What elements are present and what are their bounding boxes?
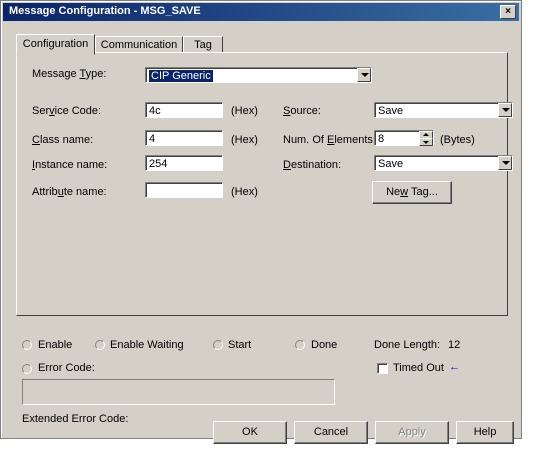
num-elements-stepper[interactable]: 8 <box>374 130 434 146</box>
chevron-down-icon[interactable] <box>498 156 512 170</box>
tab-tag-label: Tag <box>194 39 212 51</box>
num-elements-label: Num. Of Elements: <box>283 134 376 146</box>
tab-communication-label: Communication <box>100 39 178 51</box>
instance-name-label: Instance name: <box>32 159 108 171</box>
attribute-name-unit: (Hex) <box>231 186 258 198</box>
message-type-label: Message Type: <box>32 68 107 80</box>
spin-down-icon[interactable] <box>419 138 433 146</box>
enable-waiting-radio <box>95 340 105 350</box>
source-value: Save <box>378 105 404 117</box>
enable-waiting-label: Enable Waiting <box>110 339 184 351</box>
error-code-radio <box>22 364 32 374</box>
num-elements-unit: (Bytes) <box>440 134 475 146</box>
extended-error-code-label: Extended Error Code: <box>22 413 129 425</box>
error-code-label: Error Code: <box>38 362 95 374</box>
window-title: Message Configuration - MSG_SAVE <box>9 5 201 17</box>
done-label: Done <box>311 339 338 351</box>
cancel-button[interactable]: Cancel <box>294 421 368 444</box>
help-button[interactable]: Help <box>456 421 514 444</box>
service-code-unit: (Hex) <box>231 105 258 117</box>
tab-configuration[interactable]: Configuration <box>16 34 95 55</box>
num-elements-value: 8 <box>378 133 385 145</box>
destination-select[interactable]: Save <box>374 155 513 171</box>
destination-value: Save <box>378 158 404 170</box>
chevron-down-icon[interactable] <box>357 68 371 82</box>
done-length-value: 12 <box>448 339 461 351</box>
chevron-down-icon[interactable] <box>498 103 512 117</box>
close-icon[interactable]: × <box>500 5 516 19</box>
attribute-name-input[interactable] <box>145 182 223 198</box>
dialog-window: Message Configuration - MSG_SAVE × Confi… <box>0 0 522 444</box>
class-name-label: Class name: <box>32 134 94 146</box>
service-code-label: Service Code: <box>32 105 102 117</box>
done-length-label: Done Length: <box>374 339 441 351</box>
source-label: Source: <box>283 105 321 117</box>
start-label: Start <box>228 339 252 351</box>
source-select[interactable]: Save <box>374 102 513 118</box>
message-type-value: CIP Generic <box>148 69 214 83</box>
title-bar[interactable]: Message Configuration - MSG_SAVE × <box>3 3 519 21</box>
error-text-box <box>22 379 335 405</box>
instance-name-input[interactable]: 254 <box>145 155 223 171</box>
done-radio <box>295 340 305 350</box>
new-tag-button[interactable]: New Tag... <box>372 181 452 204</box>
start-radio <box>213 340 223 350</box>
destination-label: Destination: <box>283 159 342 171</box>
timed-out-label: Timed Out <box>393 362 444 374</box>
class-name-input[interactable]: 4 <box>145 130 223 146</box>
message-type-select[interactable]: CIP Generic <box>145 67 372 83</box>
left-arrow-icon: ← <box>449 361 460 373</box>
apply-button[interactable]: Apply <box>375 421 449 444</box>
enable-label: Enable <box>38 339 73 351</box>
service-code-input[interactable]: 4c <box>145 102 223 118</box>
class-name-unit: (Hex) <box>231 134 258 146</box>
attribute-name-label: Attribute name: <box>32 186 107 198</box>
tab-configuration-label: Configuration <box>22 38 89 50</box>
enable-radio <box>22 340 32 350</box>
timed-out-checkbox <box>377 363 388 374</box>
ok-button[interactable]: OK <box>213 421 287 444</box>
